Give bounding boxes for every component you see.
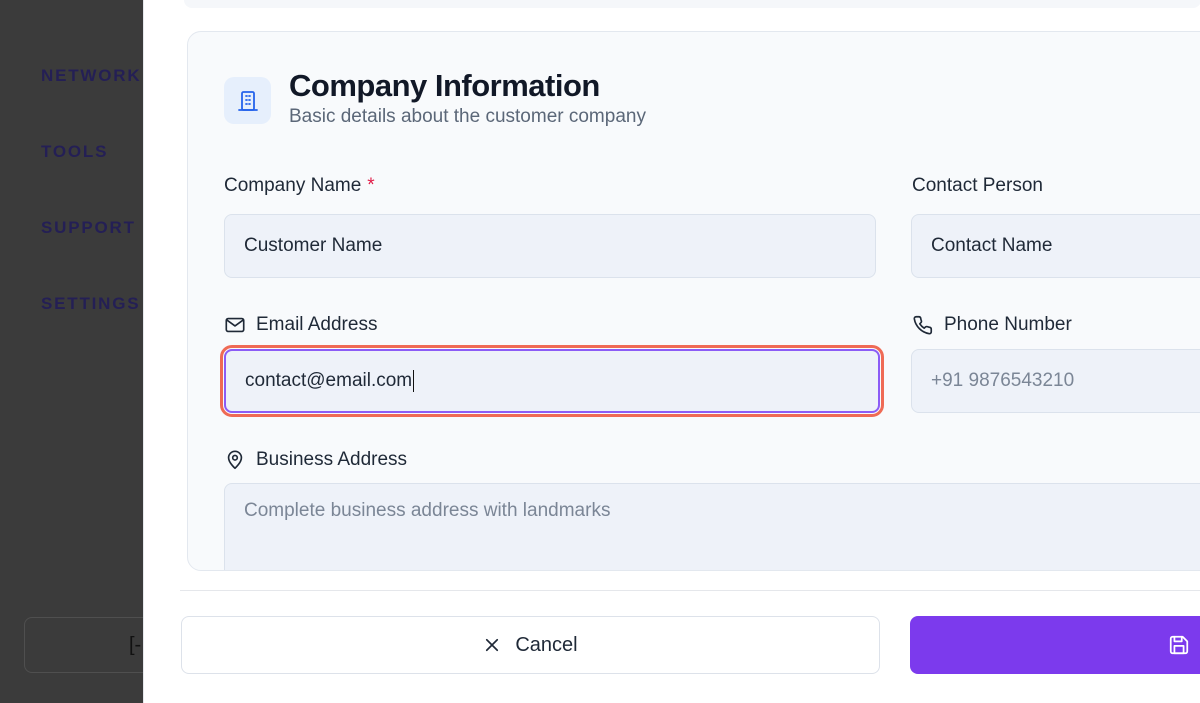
sidebar-item-network[interactable]: NETWORK <box>41 66 141 86</box>
required-marker: * <box>367 175 375 196</box>
cancel-button-label: Cancel <box>515 633 578 656</box>
email-label-text: Email Address <box>256 314 378 335</box>
company-information-card: Company Information Basic details about … <box>187 31 1200 571</box>
sidebar-item-tools[interactable]: TOOLS <box>41 142 108 162</box>
mail-icon <box>225 317 245 333</box>
cancel-button[interactable]: Cancel <box>181 616 880 674</box>
company-name-label: Company Name * <box>224 175 375 197</box>
email-input-value: contact@email.com <box>245 370 413 391</box>
business-address-textarea[interactable]: Complete business address with landmarks <box>224 483 1200 570</box>
logout-icon: [- <box>129 634 142 656</box>
phone-input[interactable]: +91 9876543210 <box>911 349 1200 413</box>
contact-person-input[interactable]: Contact Name <box>911 214 1200 278</box>
panel-header-strip <box>184 0 1200 8</box>
phone-icon <box>913 315 933 335</box>
sidebar-item-settings[interactable]: SETTINGS <box>41 294 140 314</box>
email-input[interactable]: contact@email.com <box>220 345 884 417</box>
sidebar: NETWORK TOOLS SUPPORT & SETTINGS [- <box>0 0 164 703</box>
section-subtitle: Basic details about the customer company <box>289 106 646 127</box>
save-button[interactable] <box>910 616 1200 674</box>
phone-label: Phone Number <box>912 314 1072 336</box>
customer-form-panel: Company Information Basic details about … <box>143 0 1200 703</box>
address-label-text: Business Address <box>256 449 408 470</box>
map-pin-icon <box>227 450 243 470</box>
contact-person-label: Contact Person <box>912 175 1043 196</box>
section-title: Company Information <box>289 68 600 103</box>
text-caret <box>413 370 415 392</box>
company-name-input[interactable]: Customer Name <box>224 214 876 278</box>
email-label: Email Address <box>224 314 377 336</box>
footer-divider <box>180 590 1200 591</box>
sidebar-item-support[interactable]: SUPPORT & <box>41 218 156 238</box>
company-name-label-text: Company Name <box>224 175 362 196</box>
building-icon <box>224 77 271 124</box>
address-label: Business Address <box>224 449 407 471</box>
save-icon <box>1169 635 1189 655</box>
phone-label-text: Phone Number <box>944 314 1072 335</box>
close-icon <box>486 638 499 652</box>
